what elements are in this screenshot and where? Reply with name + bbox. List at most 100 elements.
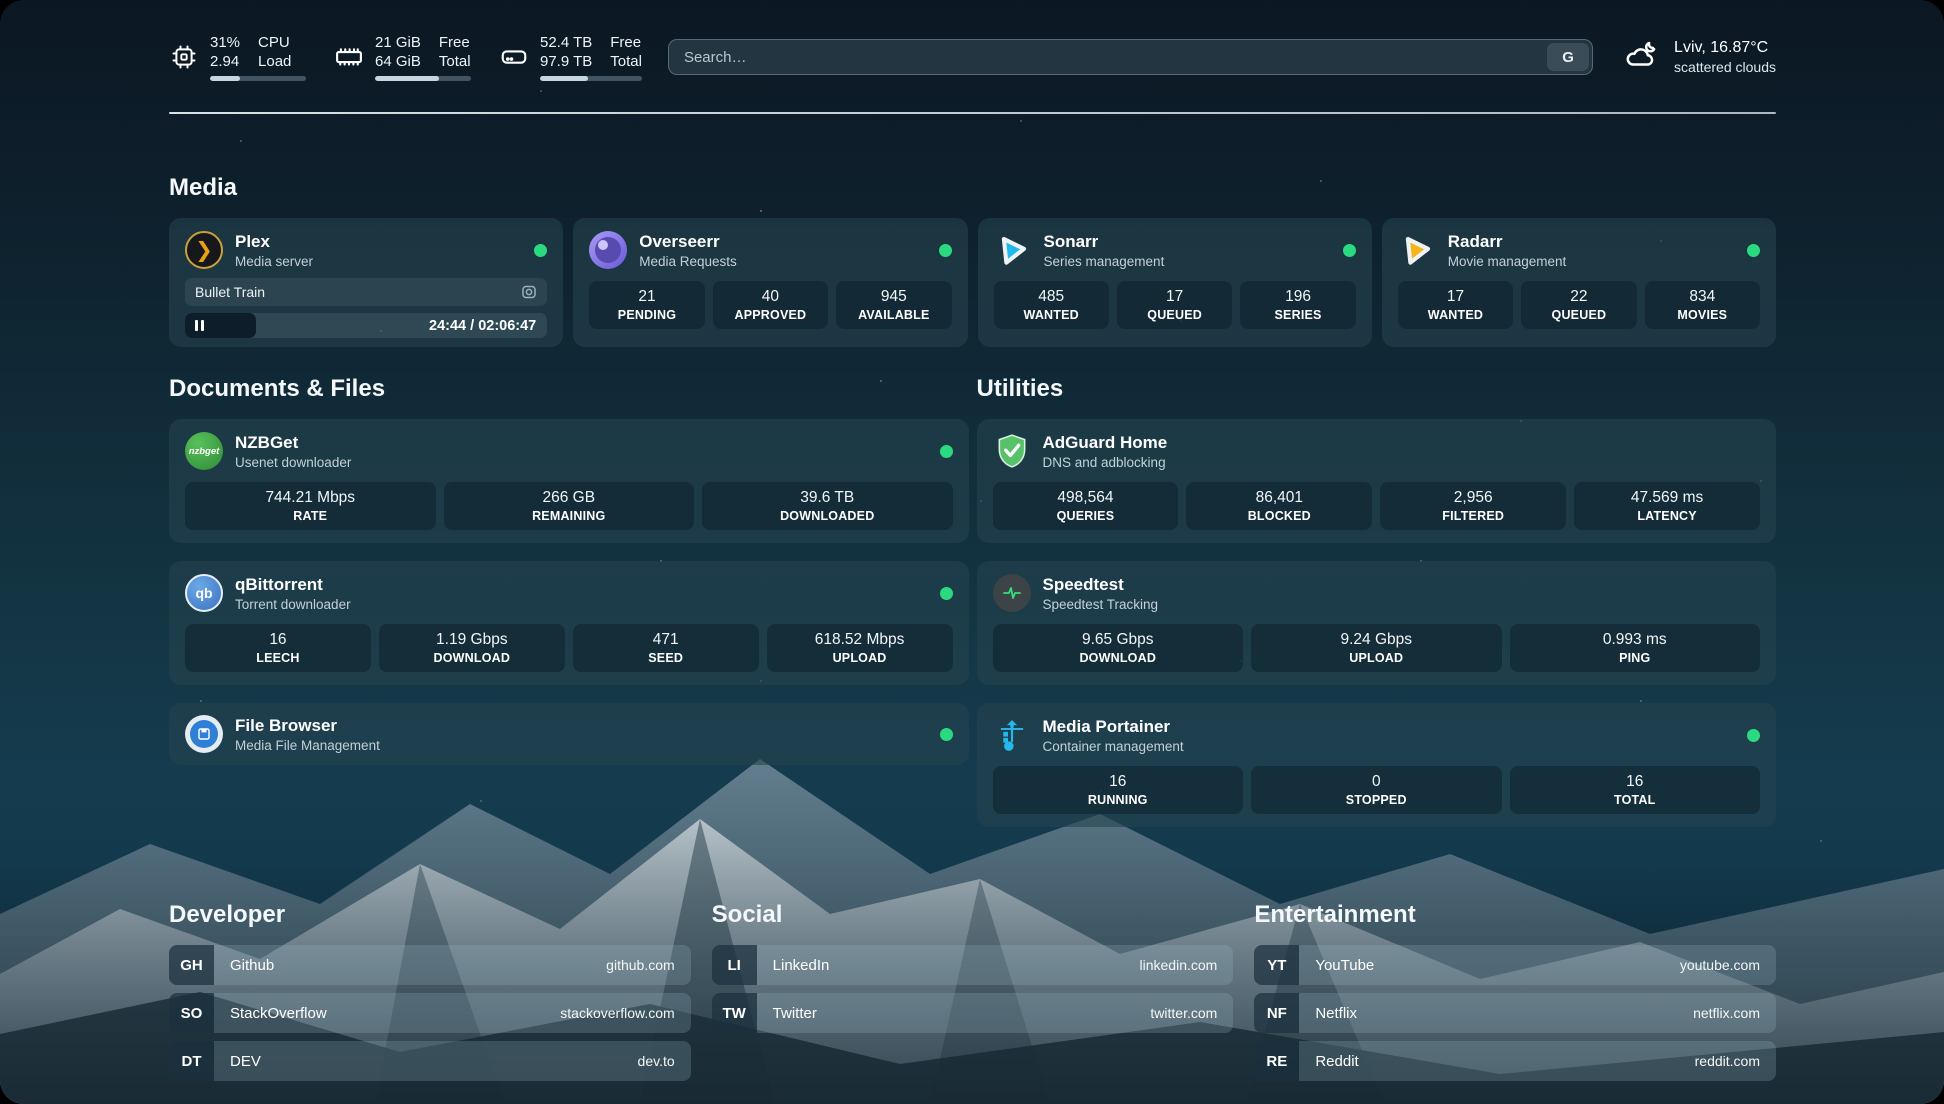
media-section-title: Media: [169, 174, 1776, 202]
stat-upload: 618.52 MbpsUPLOAD: [767, 624, 953, 672]
bookmark-name: DEV: [214, 1041, 261, 1081]
stat-total: 16TOTAL: [1510, 766, 1761, 814]
memory-total-value: 64 GiB: [375, 52, 421, 71]
app-title: Overseerr: [639, 232, 737, 252]
stat-download: 1.19 GbpsDOWNLOAD: [379, 624, 565, 672]
speedtest-card[interactable]: Speedtest Speedtest Tracking 9.65 GbpsDO…: [977, 561, 1777, 685]
app-title: Sonarr: [1044, 232, 1165, 252]
search-input[interactable]: [669, 49, 1592, 66]
weather-condition: scattered clouds: [1674, 59, 1776, 75]
app-title: Media Portainer: [1043, 717, 1184, 737]
bookmark-youtube[interactable]: YT YouTube youtube.com: [1254, 945, 1776, 985]
app-title: Speedtest: [1043, 575, 1159, 595]
app-subtitle: Media File Management: [235, 738, 380, 753]
documents-section: Documents & Files nzbget NZBGet Usenet d…: [169, 375, 969, 845]
stat-seed: 471SEED: [573, 624, 759, 672]
entertainment-bookmarks: Entertainment YT YouTube youtube.com NF …: [1254, 901, 1776, 1089]
pause-icon[interactable]: [195, 320, 204, 331]
top-bar: 31% 2.94 CPU Load: [169, 34, 1776, 80]
stat-ping: 0.993 msPING: [1510, 624, 1761, 672]
disk-total-value: 97.9 TB: [540, 52, 592, 71]
bookmark-linkedin[interactable]: LI LinkedIn linkedin.com: [712, 945, 1234, 985]
stat-blocked: 86,401BLOCKED: [1186, 482, 1372, 530]
bookmark-abbr: LI: [712, 945, 757, 985]
cpu-progress-bar: [210, 76, 306, 81]
bookmark-reddit[interactable]: RE Reddit reddit.com: [1254, 1041, 1776, 1081]
filebrowser-logo-icon: [185, 715, 223, 753]
stat-filtered: 2,956FILTERED: [1380, 482, 1566, 530]
snow-specks: [0, 0, 2, 2]
stat-downloaded: 39.6 TBDOWNLOADED: [702, 482, 953, 530]
plex-logo-icon: ❯: [185, 231, 223, 269]
memory-total-label: Total: [439, 52, 471, 71]
bookmark-url: netflix.com: [1693, 993, 1776, 1033]
bookmark-name: LinkedIn: [757, 945, 830, 985]
portainer-card[interactable]: Media Portainer Container management 16R…: [977, 703, 1777, 827]
status-dot: [940, 587, 953, 600]
playback-time: 24:44 / 02:06:47: [429, 318, 536, 334]
stat-download: 9.65 GbpsDOWNLOAD: [993, 624, 1244, 672]
bookmark-url: youtube.com: [1680, 945, 1776, 985]
now-playing-row: Bullet Train: [185, 278, 547, 306]
stat-queued: 22QUEUED: [1521, 281, 1636, 329]
disk-free-label: Free: [610, 33, 642, 52]
disk-icon: [499, 42, 529, 72]
qbittorrent-card[interactable]: qb qBittorrent Torrent downloader 16LEEC…: [169, 561, 969, 685]
cpu-usage-label: CPU: [258, 33, 291, 52]
dashboard-page: 31% 2.94 CPU Load: [0, 0, 1944, 1104]
stat-approved: 40APPROVED: [713, 281, 828, 329]
video-session-icon: [521, 284, 537, 300]
search-engine-button[interactable]: G: [1547, 43, 1589, 71]
app-subtitle: Media server: [235, 254, 313, 269]
header-divider: [169, 112, 1776, 114]
stat-upload: 9.24 GbpsUPLOAD: [1251, 624, 1502, 672]
bookmark-abbr: DT: [169, 1041, 214, 1081]
cpu-usage-value: 31%: [210, 33, 240, 52]
stat-queries: 498,564QUERIES: [993, 482, 1179, 530]
stat-movies: 834MOVIES: [1645, 281, 1760, 329]
bookmark-twitter[interactable]: TW Twitter twitter.com: [712, 993, 1234, 1033]
memory-free-label: Free: [439, 33, 471, 52]
app-subtitle: Usenet downloader: [235, 455, 351, 470]
sonarr-card[interactable]: Sonarr Series management 485WANTED 17QUE…: [978, 218, 1372, 347]
bookmark-url: linkedin.com: [1140, 945, 1234, 985]
bookmark-name: Reddit: [1299, 1041, 1358, 1081]
status-dot: [940, 728, 953, 741]
bookmark-dev[interactable]: DT DEV dev.to: [169, 1041, 691, 1081]
bookmark-abbr: GH: [169, 945, 214, 985]
cpu-icon: [169, 42, 199, 72]
bookmark-abbr: NF: [1254, 993, 1299, 1033]
stat-stopped: 0STOPPED: [1251, 766, 1502, 814]
nzbget-card[interactable]: nzbget NZBGet Usenet downloader 744.21 M…: [169, 419, 969, 543]
status-dot: [940, 445, 953, 458]
bookmark-url: twitter.com: [1150, 993, 1233, 1033]
search-bar: G: [668, 39, 1593, 75]
overseerr-card[interactable]: Overseerr Media Requests 21PENDING 40APP…: [573, 218, 967, 347]
filebrowser-card[interactable]: File Browser Media File Management: [169, 703, 969, 765]
bookmark-url: stackoverflow.com: [560, 993, 690, 1033]
bookmark-github[interactable]: GH Github github.com: [169, 945, 691, 985]
disk-total-label: Total: [610, 52, 642, 71]
weather-widget: Lviv, 16.87°C scattered clouds: [1623, 38, 1776, 77]
disk-free-value: 52.4 TB: [540, 33, 592, 52]
bookmark-name: Twitter: [757, 993, 817, 1033]
radarr-card[interactable]: Radarr Movie management 17WANTED 22QUEUE…: [1382, 218, 1776, 347]
app-subtitle: Media Requests: [639, 254, 737, 269]
bookmark-stackoverflow[interactable]: SO StackOverflow stackoverflow.com: [169, 993, 691, 1033]
bookmark-abbr: RE: [1254, 1041, 1299, 1081]
bookmark-name: StackOverflow: [214, 993, 327, 1033]
app-subtitle: Speedtest Tracking: [1043, 597, 1159, 612]
status-dot: [1343, 244, 1356, 257]
playback-progress-bar: 24:44 / 02:06:47: [185, 313, 547, 338]
bookmark-netflix[interactable]: NF Netflix netflix.com: [1254, 993, 1776, 1033]
bookmark-url: dev.to: [638, 1041, 691, 1081]
app-title: NZBGet: [235, 433, 351, 453]
portainer-logo-icon: [993, 716, 1031, 754]
radarr-logo-icon: [1398, 231, 1436, 269]
status-dot: [939, 244, 952, 257]
overseerr-logo-icon: [589, 231, 627, 269]
adguard-card[interactable]: AdGuard Home DNS and adblocking 498,564Q…: [977, 419, 1777, 543]
bookmark-name: Netflix: [1299, 993, 1357, 1033]
plex-card[interactable]: ❯ Plex Media server Bullet Train: [169, 218, 563, 347]
cloud-moon-icon: [1623, 38, 1661, 77]
